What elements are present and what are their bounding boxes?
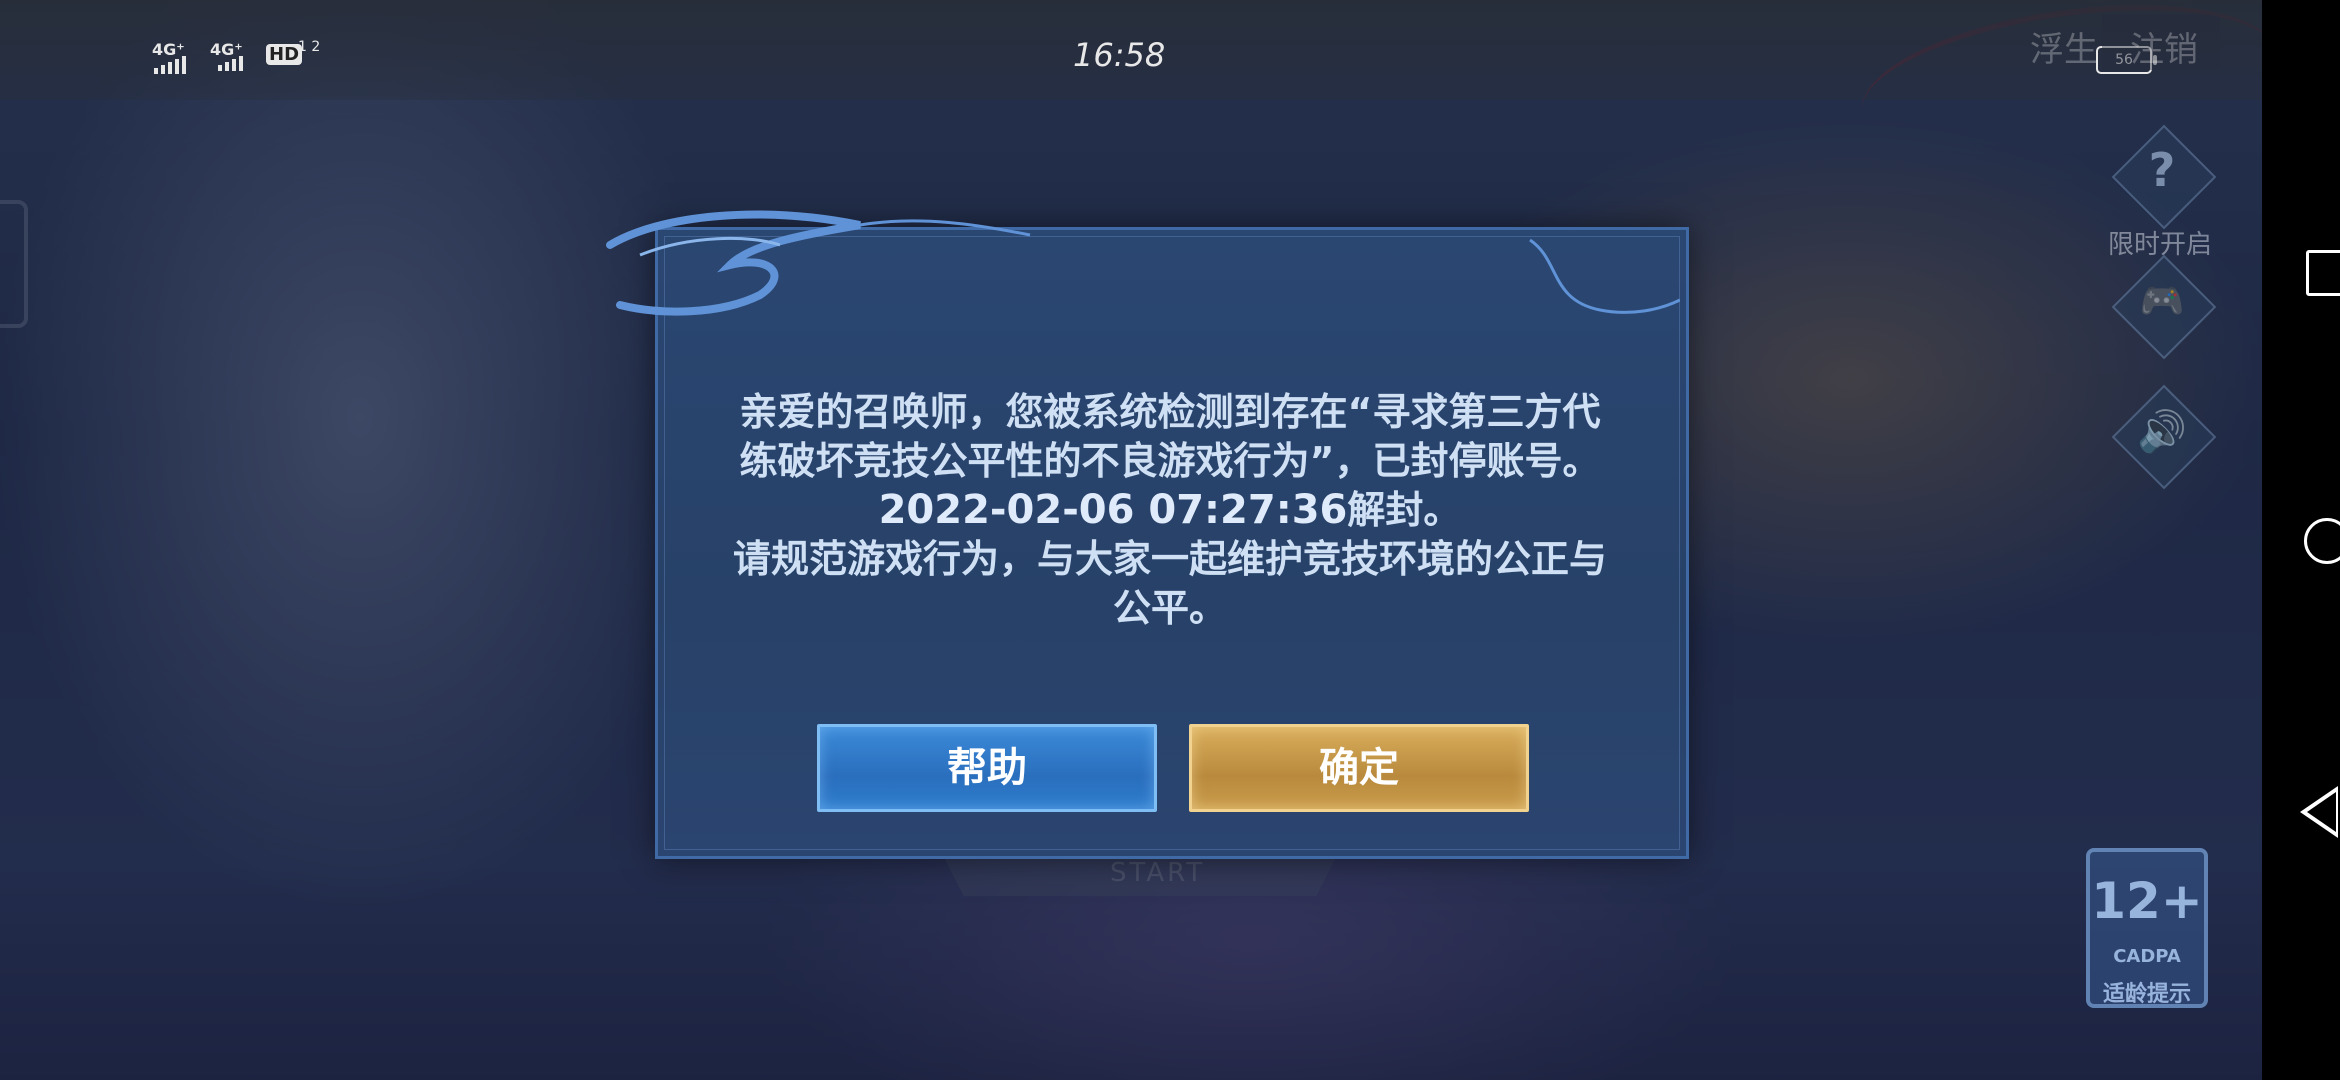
age-rating-number: 12+ <box>2091 872 2203 930</box>
status-clock: 16:58 <box>1073 36 1166 74</box>
unban-datetime: 2022-02-06 07:27:36 <box>878 487 1348 533</box>
limited-time-label: 限时开启 <box>2108 230 2213 260</box>
logout-button[interactable]: 注销 <box>2130 22 2198 71</box>
recent-apps-button[interactable] <box>2306 250 2340 296</box>
hd-sim-index: 1 2 <box>298 39 321 55</box>
age-rating-tip: 适龄提示 <box>2102 982 2191 1007</box>
gamepad-icon: 🎮 <box>2139 281 2185 322</box>
ban-message-line-4: 请规范游戏行为，与大家一起维护竞技环境的公正与 <box>732 537 1607 581</box>
float-label: 浮生 <box>2030 30 2098 70</box>
ban-message-line-5: 公平。 <box>1112 586 1227 630</box>
status-bar: 4G⁺ 4G⁺ HD 1 2 16:58 56 <box>0 0 2262 100</box>
signal-icon-2 <box>218 56 243 71</box>
question-icon: ? <box>2148 143 2176 197</box>
ban-message: 亲爱的召唤师，您被系统检测到存在“寻求第三方代 练破坏竞技公平性的不良游戏行为”… <box>700 388 1640 633</box>
help-button[interactable]: 帮助 <box>817 724 1157 812</box>
dialog-corner-ornament-left <box>606 210 1031 316</box>
back-icon-inner <box>2307 792 2336 832</box>
age-rating-badge: 12+ CADPA 适龄提示 <box>2086 848 2208 1008</box>
unban-suffix: 解封。 <box>1347 488 1462 532</box>
ban-message-line-2: 练破坏竞技公平性的不良游戏行为”，已封停账号。 <box>739 439 1601 483</box>
confirm-button[interactable]: 确定 <box>1189 724 1529 812</box>
signal-icon-1 <box>154 56 186 74</box>
hd-voice-icon: HD <box>266 44 303 65</box>
ban-message-line-1: 亲爱的召唤师，您被系统检测到存在“寻求第三方代 <box>739 390 1601 434</box>
dialog-corner-ornament-right <box>1529 238 1680 314</box>
ban-message-line-3: 2022-02-06 07:27:36解封。 <box>700 486 1640 535</box>
speaker-icon: 🔊 <box>2137 409 2187 455</box>
age-rating-org: CADPA <box>2113 946 2181 967</box>
